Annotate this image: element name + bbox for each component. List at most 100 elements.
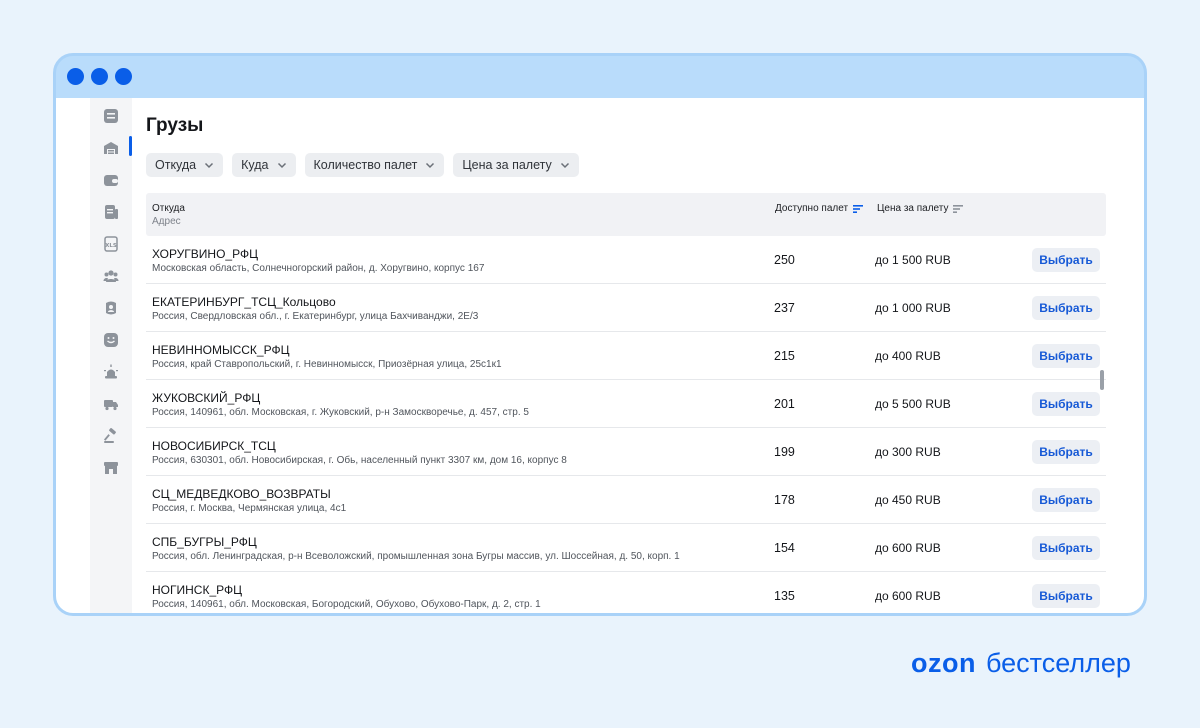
select-button[interactable]: Выбрать	[1032, 296, 1100, 320]
column-header-price[interactable]: Цена за палету	[877, 203, 964, 214]
filter-pallet-price[interactable]: Цена за палету	[453, 153, 579, 177]
warehouse-name: НЕВИННОМЫССК_РФЦ	[152, 343, 290, 357]
sidebar: XLS	[90, 98, 132, 613]
sidebar-item-auction[interactable]	[90, 424, 132, 448]
sidebar-item-users[interactable]	[90, 264, 132, 288]
table-row: НЕВИННОМЫССК_РФЦ Россия, край Ставрополь…	[146, 332, 1106, 380]
user-badge-icon	[106, 301, 116, 315]
select-button[interactable]: Выбрать	[1032, 392, 1100, 416]
filter-to-label: Куда	[241, 158, 269, 172]
gavel-icon	[103, 428, 116, 443]
warehouse-name: НОВОСИБИРСК_ТСЦ	[152, 439, 276, 453]
select-button[interactable]: Выбрать	[1032, 536, 1100, 560]
warehouse-name: СПБ_БУГРЫ_РФЦ	[152, 535, 257, 549]
available-pallets: 178	[774, 493, 795, 507]
chevron-down-icon	[277, 162, 286, 169]
available-pallets: 135	[774, 589, 795, 603]
table-row: НОГИНСК_РФЦ Россия, 140961, обл. Московс…	[146, 572, 1106, 613]
chevron-down-icon	[560, 162, 569, 169]
select-button[interactable]: Выбрать	[1032, 488, 1100, 512]
warehouse-name: НОГИНСК_РФЦ	[152, 583, 242, 597]
available-pallets: 215	[774, 349, 795, 363]
scrollbar-thumb[interactable]	[1100, 370, 1104, 390]
page-title: Грузы	[146, 115, 204, 136]
svg-text:XLS: XLS	[105, 243, 117, 249]
ozon-logo: ozon	[911, 648, 976, 678]
pallet-price: до 600 RUB	[875, 541, 941, 555]
pallet-price: до 300 RUB	[875, 445, 941, 459]
sidebar-item-chat[interactable]	[90, 328, 132, 352]
warehouse-name: ЖУКОВСКИЙ_РФЦ	[152, 391, 261, 405]
warehouse-address: Россия, 140961, обл. Московская, Богород…	[152, 599, 541, 610]
table-header: Откуда Адрес Доступно палет Цена за пале…	[146, 193, 1106, 236]
sidebar-item-xls[interactable]: XLS	[90, 232, 132, 256]
select-button[interactable]: Выбрать	[1032, 344, 1100, 368]
warehouse-name: ХОРУГВИНО_РФЦ	[152, 247, 258, 261]
available-pallets: 199	[774, 445, 795, 459]
filter-to[interactable]: Куда	[232, 153, 296, 177]
table-row: ХОРУГВИНО_РФЦ Московская область, Солнеч…	[146, 236, 1106, 284]
users-icon	[103, 270, 119, 282]
window-dot-3[interactable]	[115, 68, 132, 85]
column-header-from: Откуда	[152, 203, 185, 214]
sidebar-item-warehouse[interactable]	[90, 136, 132, 160]
chevron-down-icon	[426, 162, 435, 169]
filter-pallet-count-label: Количество палет	[313, 158, 418, 172]
store-icon	[104, 462, 118, 474]
column-header-address: Адрес	[152, 216, 181, 227]
window-titlebar	[56, 56, 1144, 98]
select-button[interactable]: Выбрать	[1032, 584, 1100, 608]
document-icon	[105, 205, 118, 219]
warehouse-address: Россия, край Ставропольский, г. Невинном…	[152, 359, 502, 370]
filter-pallet-price-label: Цена за палету	[462, 158, 552, 172]
available-pallets: 201	[774, 397, 795, 411]
xls-file-icon: XLS	[104, 236, 118, 252]
table-row: ЕКАТЕРИНБУРГ_ТСЦ_Кольцово Россия, Свердл…	[146, 284, 1106, 332]
warehouse-address: Россия, 630301, обл. Новосибирская, г. О…	[152, 455, 567, 466]
pallet-price: до 1 000 RUB	[875, 301, 951, 315]
table-row: СПБ_БУГРЫ_РФЦ Россия, обл. Ленинградская…	[146, 524, 1106, 572]
warehouse-address: Московская область, Солнечногорский райо…	[152, 263, 485, 274]
pallet-price: до 1 500 RUB	[875, 253, 951, 267]
column-header-available-label: Доступно палет	[775, 203, 849, 214]
table-row: ЖУКОВСКИЙ_РФЦ Россия, 140961, обл. Моско…	[146, 380, 1106, 428]
filter-from[interactable]: Откуда	[146, 153, 224, 177]
filter-pallet-count[interactable]: Количество палет	[304, 153, 445, 177]
sidebar-item-delivery[interactable]	[90, 392, 132, 416]
warehouse-name: СЦ_МЕДВЕДКОВО_ВОЗВРАТЫ	[152, 487, 331, 501]
app-window: XLS Грузы Откуда Куда Количество палет Ц…	[53, 53, 1147, 616]
brand-logo: ozon бестселлер	[911, 648, 1131, 679]
sort-active-icon	[853, 204, 864, 213]
warehouse-address: Россия, Свердловская обл., г. Екатеринбу…	[152, 311, 479, 322]
pallet-price: до 5 500 RUB	[875, 397, 951, 411]
sidebar-item-alarm[interactable]	[90, 360, 132, 384]
chevron-down-icon	[205, 162, 214, 169]
sidebar-active-indicator	[129, 136, 132, 156]
window-dot-2[interactable]	[91, 68, 108, 85]
column-header-price-label: Цена за палету	[877, 203, 949, 214]
brand-text: бестселлер	[985, 648, 1131, 678]
chat-icon	[104, 333, 118, 347]
app-content: XLS Грузы Откуда Куда Количество палет Ц…	[56, 98, 1144, 613]
sidebar-item-profile[interactable]	[90, 296, 132, 320]
pallet-price: до 450 RUB	[875, 493, 941, 507]
warehouse-address: Россия, 140961, обл. Московская, г. Жуко…	[152, 407, 529, 418]
window-dot-1[interactable]	[67, 68, 84, 85]
sidebar-item-wallet[interactable]	[90, 168, 132, 192]
column-header-available[interactable]: Доступно палет	[775, 203, 864, 214]
sort-icon	[953, 204, 964, 213]
select-button[interactable]: Выбрать	[1032, 440, 1100, 464]
sidebar-item-store[interactable]	[90, 456, 132, 480]
main-panel: Грузы Откуда Куда Количество палет Цена …	[146, 98, 1106, 613]
select-button[interactable]: Выбрать	[1032, 248, 1100, 272]
list-icon	[104, 109, 118, 123]
pallet-price: до 400 RUB	[875, 349, 941, 363]
available-pallets: 237	[774, 301, 795, 315]
sidebar-item-list[interactable]	[90, 104, 132, 128]
table-row: НОВОСИБИРСК_ТСЦ Россия, 630301, обл. Нов…	[146, 428, 1106, 476]
sidebar-item-documents[interactable]	[90, 200, 132, 224]
warehouse-name: ЕКАТЕРИНБУРГ_ТСЦ_Кольцово	[152, 295, 336, 309]
filter-from-label: Откуда	[155, 158, 197, 172]
table-row: СЦ_МЕДВЕДКОВО_ВОЗВРАТЫ Россия, г. Москва…	[146, 476, 1106, 524]
available-pallets: 250	[774, 253, 795, 267]
